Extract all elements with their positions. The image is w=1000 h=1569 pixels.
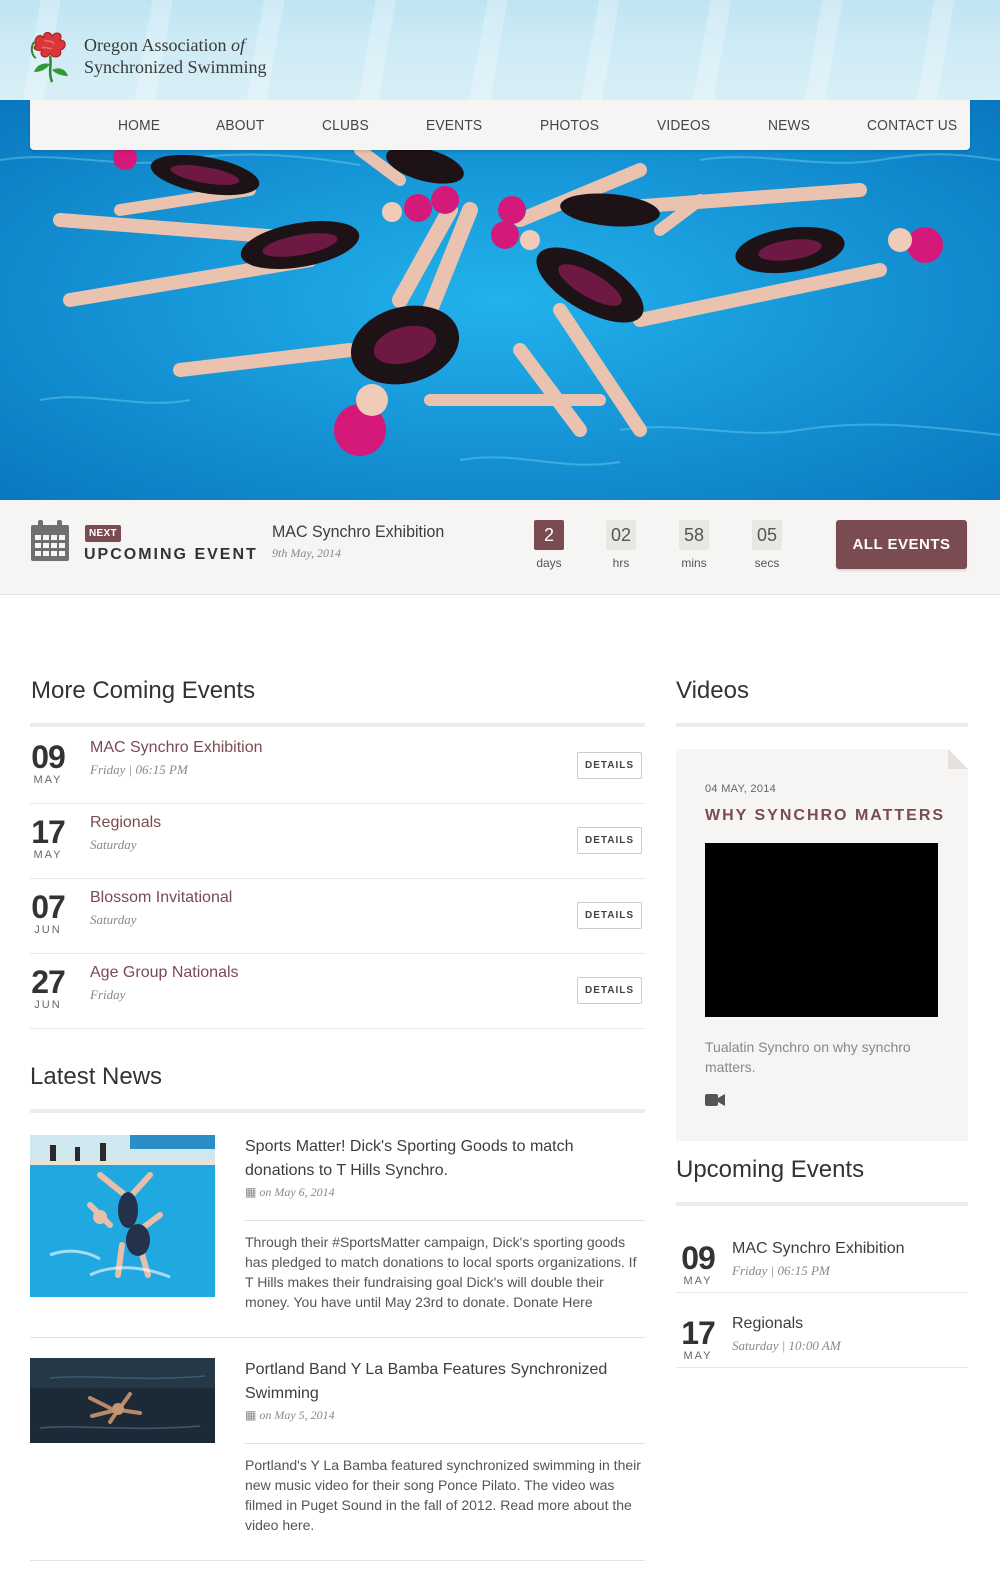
news-date-text: on May 6, 2014 <box>259 1185 335 1199</box>
calendar-small-icon: ▦ <box>245 1185 257 1199</box>
event-month: MAY <box>33 849 63 861</box>
nav-item-videos[interactable]: VIDEOS <box>657 117 710 134</box>
sidebar-event-row: 09 MAY MAC Synchro Exhibition Friday | 0… <box>676 1218 968 1293</box>
details-button[interactable]: DETAILS <box>577 902 642 929</box>
main-nav: HOME ABOUT CLUBS EVENTS PHOTOS VIDEOS NE… <box>30 100 970 150</box>
event-title[interactable]: Blossom Invitational <box>90 889 232 907</box>
news-separator <box>245 1220 645 1221</box>
event-day: 09 <box>31 739 66 775</box>
event-when: Friday <box>90 987 126 1002</box>
site-title-line1: Oregon Association <box>84 35 227 55</box>
news-item: Portland Band Y La Bamba Features Synchr… <box>30 1358 645 1548</box>
page-fold-corner <box>948 749 968 769</box>
news-body: Portland's Y La Bamba featured synchroni… <box>245 1457 641 1533</box>
countdown-event-title[interactable]: MAC Synchro Exhibition <box>272 522 444 542</box>
rose-logo-icon <box>30 28 82 84</box>
more-events-title: More Coming Events <box>31 677 256 704</box>
countdown-minutes-label: mins <box>681 556 707 570</box>
nav-item-clubs[interactable]: CLUBS <box>322 117 369 134</box>
event-day: 09 <box>681 1240 716 1276</box>
news-divider <box>30 1560 645 1561</box>
event-row: 09 MAY MAC Synchro Exhibition Friday | 0… <box>30 729 645 804</box>
latest-news-title: Latest News <box>30 1063 163 1090</box>
news-date-text: on May 5, 2014 <box>259 1408 335 1422</box>
site-title: Oregon Association of Synchronized Swimm… <box>84 34 267 78</box>
event-title[interactable]: Regionals <box>90 814 161 832</box>
next-badge: NEXT <box>85 525 121 542</box>
event-title[interactable]: Age Group Nationals <box>90 964 239 982</box>
countdown-hours: 02 <box>606 520 636 550</box>
videos-divider <box>676 723 968 727</box>
upcoming-events-divider <box>676 1202 968 1206</box>
news-title[interactable]: Portland Band Y La Bamba Features Synchr… <box>245 1358 645 1406</box>
nav-item-news[interactable]: NEWS <box>768 117 810 134</box>
swimmers-illustration <box>0 100 1000 500</box>
video-camera-icon[interactable] <box>705 1093 725 1107</box>
news-date: ▦ on May 6, 2014 <box>245 1185 335 1200</box>
event-title[interactable]: Regionals <box>732 1315 803 1333</box>
event-day: 17 <box>31 814 66 850</box>
event-day: 17 <box>681 1315 716 1351</box>
videos-title: Videos <box>676 677 749 704</box>
event-month: MAY <box>33 774 63 786</box>
details-button[interactable]: DETAILS <box>577 827 642 854</box>
upcoming-event-label: UPCOMING EVENT <box>84 546 258 563</box>
nav-item-contact-us[interactable]: CONTACT US <box>867 117 957 134</box>
video-description: Tualatin Synchro on why synchro matters. <box>705 1039 911 1075</box>
all-events-button[interactable]: ALL EVENTS <box>836 520 967 569</box>
news-thumbnail[interactable] <box>30 1358 215 1443</box>
nav-item-events[interactable]: EVENTS <box>426 117 482 134</box>
news-thumbnail[interactable] <box>30 1135 215 1297</box>
video-card: 04 MAY, 2014 WHY SYNCHRO MATTERS Tualati… <box>676 749 968 1141</box>
event-day: 07 <box>31 889 66 925</box>
event-row: 07 JUN Blossom Invitational Saturday DET… <box>30 879 645 954</box>
news-separator <box>245 1443 645 1444</box>
countdown-days-label: days <box>536 556 562 570</box>
event-month: JUN <box>34 924 62 936</box>
event-title[interactable]: MAC Synchro Exhibition <box>732 1240 905 1258</box>
more-events-divider <box>30 723 645 727</box>
event-when: Saturday <box>90 912 137 927</box>
event-when: Friday | 06:15 PM <box>90 762 188 777</box>
details-button[interactable]: DETAILS <box>577 752 642 779</box>
sidebar-event-row: 17 MAY Regionals Saturday | 10:00 AM <box>676 1293 968 1368</box>
calendar-small-icon: ▦ <box>245 1408 257 1422</box>
event-title[interactable]: MAC Synchro Exhibition <box>90 739 263 757</box>
event-when: Saturday | 10:00 AM <box>732 1338 841 1353</box>
video-player[interactable] <box>705 843 938 1017</box>
nav-item-home[interactable]: HOME <box>118 117 160 134</box>
video-title[interactable]: WHY SYNCHRO MATTERS <box>705 807 945 825</box>
site-title-of: of <box>230 35 245 55</box>
event-month: MAY <box>683 1350 713 1362</box>
news-item: Sports Matter! Dick's Sporting Goods to … <box>30 1135 645 1325</box>
event-day: 27 <box>31 964 66 1000</box>
upcoming-events-title: Upcoming Events <box>676 1156 865 1183</box>
news-body: Through their #SportsMatter campaign, Di… <box>245 1234 637 1310</box>
countdown-hours-label: hrs <box>612 556 630 570</box>
details-button[interactable]: DETAILS <box>577 977 642 1004</box>
hero-image <box>0 100 1000 500</box>
event-month: JUN <box>34 999 62 1011</box>
nav-item-about[interactable]: ABOUT <box>216 117 264 134</box>
event-month: MAY <box>683 1275 713 1287</box>
site-title-line2: Synchronized Swimming <box>84 57 267 77</box>
news-divider <box>30 1337 645 1338</box>
event-row: 27 JUN Age Group Nationals Friday DETAIL… <box>30 954 645 1029</box>
site-logo[interactable]: Oregon Association of Synchronized Swimm… <box>30 28 267 84</box>
countdown-event-date: 9th May, 2014 <box>272 546 341 560</box>
countdown-seconds: 05 <box>752 520 782 550</box>
calendar-icon <box>30 520 70 562</box>
event-when: Friday | 06:15 PM <box>732 1263 830 1278</box>
countdown-days: 2 <box>534 520 564 550</box>
event-when: Saturday <box>90 837 137 852</box>
countdown-minutes: 58 <box>679 520 709 550</box>
latest-news-divider <box>30 1109 645 1113</box>
nav-item-photos[interactable]: PHOTOS <box>540 117 599 134</box>
video-date: 04 MAY, 2014 <box>705 783 777 795</box>
event-row: 17 MAY Regionals Saturday DETAILS <box>30 804 645 879</box>
news-date: ▦ on May 5, 2014 <box>245 1408 335 1423</box>
news-title[interactable]: Sports Matter! Dick's Sporting Goods to … <box>245 1135 645 1183</box>
countdown-seconds-label: secs <box>754 556 780 570</box>
